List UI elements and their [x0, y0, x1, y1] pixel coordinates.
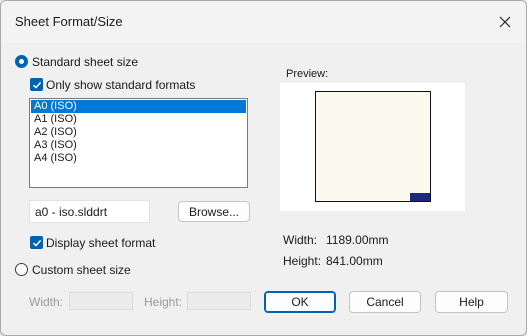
title-block [410, 193, 430, 201]
only-standard-checkbox[interactable] [30, 78, 43, 91]
custom-width-input[interactable] [69, 292, 133, 310]
ok-button[interactable]: OK [264, 291, 336, 313]
checkmark-icon [32, 239, 41, 247]
close-button[interactable] [494, 11, 516, 33]
browse-button[interactable]: Browse... [178, 201, 250, 222]
title-bar: Sheet Format/Size [1, 1, 526, 43]
cancel-button[interactable]: Cancel [349, 291, 421, 313]
standard-size-radio[interactable] [15, 55, 28, 68]
list-item[interactable]: A1 (ISO) [31, 113, 246, 126]
sheet-preview [315, 91, 431, 202]
preview-width-value: 1189.00mm [326, 233, 389, 247]
help-button[interactable]: Help [435, 291, 508, 313]
only-standard-label: Only show standard formats [46, 78, 196, 92]
custom-size-radio[interactable] [15, 263, 28, 276]
list-item[interactable]: A0 (ISO) [31, 100, 246, 113]
preview-height-value: 841.00mm [326, 254, 383, 268]
list-item[interactable]: A3 (ISO) [31, 139, 246, 152]
format-file-field[interactable]: a0 - iso.slddrt [29, 200, 150, 223]
custom-height-input[interactable] [187, 292, 251, 310]
format-file-value: a0 - iso.slddrt [35, 205, 108, 219]
preview-width-label: Width: [283, 233, 318, 247]
list-item[interactable]: A4 (ISO) [31, 152, 246, 165]
format-list[interactable]: A0 (ISO) A1 (ISO) A2 (ISO) A3 (ISO) A4 (… [29, 98, 248, 188]
preview-label: Preview: [286, 68, 329, 80]
checkmark-icon [32, 81, 41, 89]
custom-width-label: Width: [29, 295, 64, 309]
preview-panel [280, 83, 465, 211]
close-icon [499, 16, 511, 28]
display-format-checkbox[interactable] [30, 236, 43, 249]
display-format-label: Display sheet format [46, 236, 156, 250]
list-item[interactable]: A2 (ISO) [31, 126, 246, 139]
dialog-title: Sheet Format/Size [15, 14, 123, 29]
standard-size-label: Standard sheet size [32, 55, 139, 69]
sheet-format-dialog: Sheet Format/Size Standard sheet size On… [0, 0, 527, 336]
preview-height-label: Height: [283, 254, 322, 268]
custom-height-label: Height: [144, 295, 183, 309]
custom-size-label: Custom sheet size [32, 263, 131, 277]
